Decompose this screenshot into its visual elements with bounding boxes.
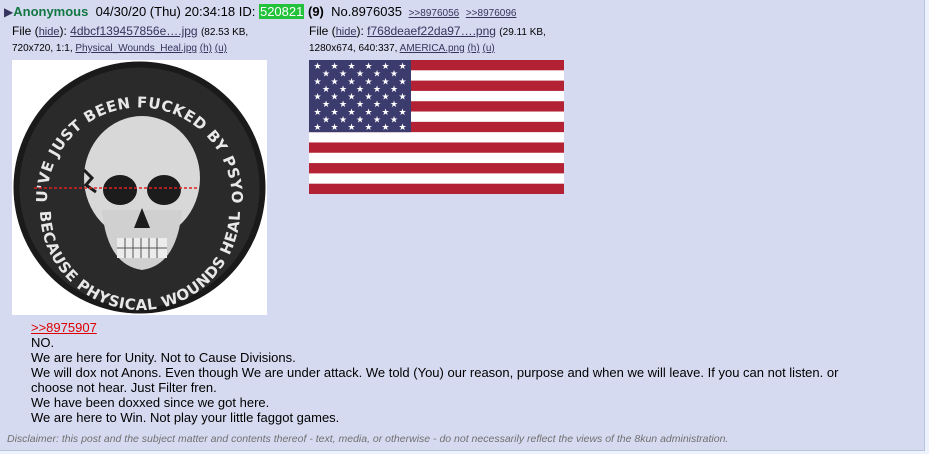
flag-star-icon: ★	[330, 123, 338, 133]
u-link[interactable]: (u)	[482, 43, 494, 54]
flag-star-icon: ★	[364, 123, 372, 133]
flag-stripe	[309, 142, 564, 154]
flag-star-icon: ★	[313, 93, 321, 103]
h-link[interactable]: (h)	[467, 43, 479, 54]
hide-file-link[interactable]: hide	[336, 26, 357, 38]
file-dimensions: 720x720, 1:1,	[12, 43, 73, 54]
flag-star-icon: ★	[330, 93, 338, 103]
post-datetime: 04/30/20 (Thu) 20:34:18	[95, 4, 236, 19]
flag-star-icon: ★	[347, 77, 355, 87]
us-flag-image: ★ ★ ★ ★ ★ ★★ ★ ★ ★ ★★ ★ ★ ★ ★ ★★ ★ ★ ★ ★★ ★ ★ ★ ★ ★★ ★ ★ ★ ★★ ★ ★ ★ ★ ★★…	[309, 60, 564, 195]
h-link[interactable]: (h)	[200, 43, 212, 54]
post-body: >>8975907 NO. We are here for Unity. Not…	[31, 320, 871, 425]
flag-stripe	[309, 163, 564, 174]
flag-star-icon: ★	[381, 123, 389, 133]
file-dimensions: 1280x674, 640:337,	[309, 43, 398, 54]
flag-star-icon: ★	[313, 62, 321, 72]
poster-id-badge[interactable]: 520821	[258, 4, 305, 19]
flag-star-icon: ★	[313, 123, 321, 133]
u-link[interactable]: (u)	[215, 43, 227, 54]
file-name-link[interactable]: f768deaef22da97….png	[367, 24, 496, 38]
flag-star-icon: ★	[322, 70, 330, 80]
flag-star-icon: ★	[373, 100, 381, 110]
flag-star-icon: ★	[322, 85, 330, 95]
body-line: We are here for Unity. Not to Cause Divi…	[31, 350, 296, 365]
flag-stripe	[309, 173, 564, 184]
flag-star-icon: ★	[390, 85, 398, 95]
post-menu-arrow-icon[interactable]: ▶	[4, 5, 13, 19]
flag-star-icon: ★	[356, 116, 364, 126]
post-number-link[interactable]: No.8976035	[331, 4, 402, 19]
quote-link[interactable]: >>8975907	[31, 320, 97, 335]
flag-star-icon: ★	[347, 123, 355, 133]
flag-stripe	[309, 132, 564, 143]
flag-star-icon: ★	[381, 77, 389, 87]
file-thumbnail-us-flag[interactable]: ★ ★ ★ ★ ★ ★ ★ ★ ★ ★ ★ ★ ★ ★ ★ ★ ★ ★ ★ ★ ★ ★ ★ ★ ★ ★ ★ ★ ★ ★ ★ ★ ★ ★ ★ ★ ★ ★ ★ ★…	[309, 60, 564, 195]
flag-star-icon: ★	[398, 123, 406, 133]
flag-star-icon: ★	[313, 77, 321, 87]
flag-star-icon: ★	[356, 100, 364, 110]
flag-star-icon: ★	[381, 93, 389, 103]
flag-star-icon: ★	[373, 70, 381, 80]
flag-star-icon: ★	[330, 77, 338, 87]
backlink[interactable]: >>8976056	[409, 8, 460, 19]
flag-star-icon: ★	[364, 62, 372, 72]
skull-patch-image: YOU'VE JUST BEEN FUCKED BY PSYOPS BECAUS…	[5, 46, 266, 314]
flag-star-icon: ★	[398, 62, 406, 72]
flag-star-icon: ★	[347, 93, 355, 103]
flag-star-icon: ★	[398, 108, 406, 118]
id-label: ID:	[238, 4, 256, 19]
flag-star-icon: ★	[330, 62, 338, 72]
file-name-link[interactable]: 4dbcf139457856e….jpg	[70, 24, 197, 38]
flag-star-icon: ★	[381, 62, 389, 72]
flag-star-icon: ★	[381, 108, 389, 118]
flag-star-icon: ★	[373, 116, 381, 126]
flag-star-icon: ★	[339, 85, 347, 95]
disclaimer-text: Disclaimer: this post and the subject ma…	[7, 433, 729, 445]
body-line: We will dox not Anons. Even though We ar…	[31, 365, 839, 395]
flag-star-icon: ★	[398, 77, 406, 87]
file-info-2: File (hide): f768deaef22da97….png (29.11…	[309, 24, 546, 54]
post-header: ▶Anonymous 04/30/20 (Thu) 20:34:18 ID: 5…	[4, 4, 516, 22]
body-line: We are here to Win. Not play your little…	[31, 410, 340, 425]
flag-star-icon: ★	[390, 100, 398, 110]
post-container: ▶Anonymous 04/30/20 (Thu) 20:34:18 ID: 5…	[0, 0, 925, 451]
body-line: We have been doxxed since we got here.	[31, 395, 270, 410]
flag-star-icon: ★	[313, 108, 321, 118]
file-thumbnail-skull-patch[interactable]: YOU'VE JUST BEEN FUCKED BY PSYOPS BECAUS…	[5, 46, 267, 315]
flag-star-icon: ★	[347, 62, 355, 72]
original-filename-link[interactable]: Physical_Wounds_Heal.jpg	[75, 43, 197, 54]
flag-stripe	[309, 183, 564, 195]
backlink[interactable]: >>8976096	[466, 8, 517, 19]
flag-star-icon: ★	[398, 93, 406, 103]
flag-stripe	[309, 152, 564, 164]
file-size: (82.53 KB,	[200, 27, 249, 38]
body-line: NO.	[31, 335, 55, 350]
flag-star-icon: ★	[373, 85, 381, 95]
flag-star-icon: ★	[356, 85, 364, 95]
file-size: (29.11 KB,	[499, 27, 546, 38]
flag-star-icon: ★	[390, 116, 398, 126]
file-label: File	[12, 24, 32, 38]
flag-star-icon: ★	[330, 108, 338, 118]
flag-star-icon: ★	[364, 93, 372, 103]
flag-star-icon: ★	[339, 70, 347, 80]
flag-star-icon: ★	[364, 108, 372, 118]
hide-file-link[interactable]: hide	[39, 26, 60, 38]
flag-star-icon: ★	[364, 77, 372, 87]
flag-star-icon: ★	[390, 70, 398, 80]
file-label: File	[309, 24, 329, 38]
post-count: (9)	[307, 4, 324, 19]
flag-star-icon: ★	[339, 116, 347, 126]
flag-star-icon: ★	[322, 116, 330, 126]
original-filename-link[interactable]: AMERICA.png	[400, 43, 465, 54]
flag-star-icon: ★	[339, 100, 347, 110]
flag-star-icon: ★	[347, 108, 355, 118]
file-info-1: File (hide): 4dbcf139457856e….jpg (82.53…	[12, 24, 249, 54]
poster-name: Anonymous	[13, 4, 89, 19]
flag-star-icon: ★	[322, 100, 330, 110]
flag-star-icon: ★	[356, 70, 364, 80]
